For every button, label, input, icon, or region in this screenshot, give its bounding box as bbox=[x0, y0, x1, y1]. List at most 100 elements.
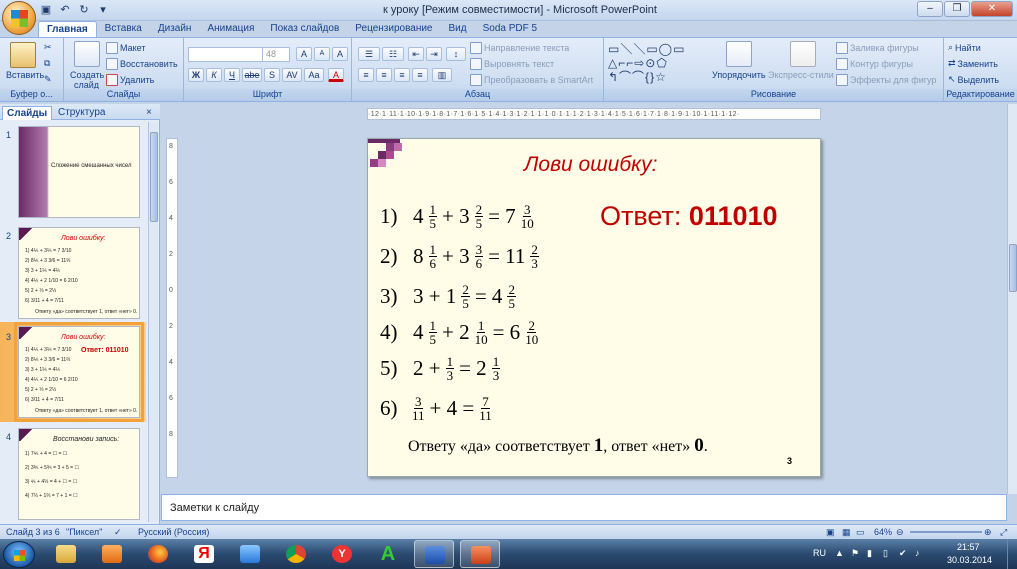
smartart-button[interactable]: Преобразовать в SmartArt bbox=[470, 74, 593, 86]
security-icon[interactable]: ✔ bbox=[899, 548, 907, 559]
zoom-in-icon[interactable]: ⊕ bbox=[984, 527, 992, 538]
change-case-button[interactable]: Aa bbox=[304, 68, 324, 82]
line-spacing-icon[interactable]: ↕ bbox=[446, 47, 466, 61]
underline-button[interactable]: Ч bbox=[224, 68, 240, 82]
taskbar-word[interactable] bbox=[414, 540, 454, 568]
show-desktop-button[interactable] bbox=[1007, 539, 1017, 569]
taskbar-app-a[interactable]: A bbox=[368, 540, 408, 568]
spellcheck-icon[interactable]: ✓ bbox=[114, 527, 122, 538]
close-panel-icon[interactable]: × bbox=[142, 106, 156, 120]
slide-thumbnail-2[interactable]: Лови ошибку: 1) 4⅕ + 3⅖ = 7 3/10 2) 8⅙ +… bbox=[18, 227, 140, 319]
canvas-scrollbar[interactable] bbox=[1007, 104, 1017, 494]
status-language[interactable]: Русский (Россия) bbox=[138, 527, 209, 537]
shape-fill-button[interactable]: Заливка фигуры bbox=[836, 42, 919, 54]
taskbar-yandex[interactable]: Я bbox=[184, 540, 224, 568]
font-size-select[interactable]: 48 bbox=[262, 47, 290, 62]
slide-thumbnail-4[interactable]: Восстанови запись: 1) 7⅘ + 4 = ☐ = ☐ 2) … bbox=[18, 428, 140, 520]
current-slide[interactable]: Лови ошибку: Ответ: 011010 1) 4 1 5 + 3 2 5 = 7… bbox=[367, 138, 821, 477]
text-direction-button[interactable]: Направление текста bbox=[470, 42, 569, 54]
clock-date[interactable]: 30.03.2014 bbox=[947, 555, 992, 565]
shape-outline-button[interactable]: Контур фигуры bbox=[836, 58, 913, 70]
taskbar-media-player[interactable] bbox=[92, 540, 132, 568]
close-button[interactable]: ✕ bbox=[971, 1, 1013, 17]
view-normal-icon[interactable]: ▣ bbox=[826, 527, 835, 538]
view-slideshow-icon[interactable]: ▭ bbox=[856, 527, 865, 538]
align-left-icon[interactable]: ≡ bbox=[358, 68, 374, 82]
taskbar-powerpoint[interactable] bbox=[460, 540, 500, 568]
font-color-button[interactable]: A bbox=[328, 68, 344, 82]
layout-button[interactable]: Макет bbox=[106, 42, 145, 54]
flag-icon[interactable]: ⚑ bbox=[851, 548, 859, 559]
numbering-icon[interactable]: ☷ bbox=[382, 47, 404, 61]
tab-insert[interactable]: Вставка bbox=[97, 21, 150, 37]
align-center-icon[interactable]: ≡ bbox=[376, 68, 392, 82]
volume-icon[interactable]: ♪ bbox=[915, 548, 920, 558]
tab-home[interactable]: Главная bbox=[38, 21, 97, 37]
bullets-icon[interactable]: ☰ bbox=[358, 47, 380, 61]
bold-button[interactable]: Ж bbox=[188, 68, 204, 82]
italic-button[interactable]: К bbox=[206, 68, 222, 82]
clock-time[interactable]: 21:57 bbox=[957, 542, 980, 552]
minimize-button[interactable]: – bbox=[917, 1, 943, 17]
input-language[interactable]: RU bbox=[813, 548, 826, 558]
notes-pane[interactable]: Заметки к слайду bbox=[161, 494, 1007, 521]
align-right-icon[interactable]: ≡ bbox=[394, 68, 410, 82]
clear-formatting-button[interactable]: A bbox=[332, 47, 348, 61]
view-sorter-icon[interactable]: ▦ bbox=[842, 527, 851, 538]
zoom-level[interactable]: 64% bbox=[874, 527, 892, 537]
tab-view[interactable]: Вид bbox=[441, 21, 475, 37]
shrink-font-button[interactable]: A bbox=[314, 47, 330, 61]
increase-indent-icon[interactable]: ⇥ bbox=[426, 47, 442, 61]
panel-scrollbar-thumb[interactable] bbox=[150, 132, 158, 222]
slide-thumbnail-1[interactable]: Сложение смешанных чисел bbox=[18, 126, 140, 218]
arrange-button[interactable]: Упорядочить bbox=[712, 70, 766, 80]
taskbar-audio[interactable] bbox=[230, 540, 270, 568]
network-icon[interactable]: ▮ bbox=[867, 548, 872, 559]
justify-icon[interactable]: ≡ bbox=[412, 68, 428, 82]
start-button[interactable] bbox=[3, 541, 35, 568]
undo-icon[interactable]: ↶ bbox=[57, 2, 73, 18]
paste-icon[interactable] bbox=[10, 42, 36, 68]
taskbar-chrome[interactable] bbox=[276, 540, 316, 568]
canvas-scrollbar-thumb[interactable] bbox=[1009, 244, 1017, 292]
tab-slides[interactable]: Слайды bbox=[2, 106, 53, 120]
replace-button[interactable]: ⇄ Заменить bbox=[948, 58, 998, 69]
paste-button[interactable]: Вставить bbox=[6, 70, 44, 80]
customize-qat-icon[interactable]: ▾ bbox=[95, 2, 111, 18]
tab-design[interactable]: Дизайн bbox=[150, 21, 200, 37]
shape-effects-button[interactable]: Эффекты для фигур bbox=[836, 74, 936, 86]
tab-review[interactable]: Рецензирование bbox=[347, 21, 440, 37]
find-button[interactable]: ⌕ Найти bbox=[948, 42, 981, 53]
reset-button[interactable]: Восстановить bbox=[106, 58, 178, 70]
new-slide-button[interactable]: Создать bbox=[70, 70, 104, 80]
battery-icon[interactable]: ▯ bbox=[883, 548, 888, 559]
copy-icon[interactable]: ⧉ bbox=[44, 58, 50, 69]
panel-scrollbar[interactable] bbox=[148, 122, 158, 522]
quick-styles-icon[interactable] bbox=[790, 41, 816, 67]
tab-outline[interactable]: Структура bbox=[54, 106, 109, 120]
slide-thumbnail-3[interactable]: Лови ошибку: Ответ: 011010 1) 4⅕ + 3⅖ = … bbox=[14, 322, 144, 422]
zoom-out-icon[interactable]: ⊖ bbox=[896, 527, 904, 538]
show-hidden-icons[interactable]: ▲ bbox=[835, 548, 844, 558]
shadow-button[interactable]: S bbox=[264, 68, 280, 82]
align-text-button[interactable]: Выровнять текст bbox=[470, 58, 554, 70]
tab-slideshow[interactable]: Показ слайдов bbox=[262, 21, 347, 37]
zoom-slider[interactable] bbox=[910, 531, 982, 533]
shapes-gallery[interactable]: ▭＼＼▭◯▭ △⌐⌐⇨⊙⬠ ↰⌒⌒{}☆ bbox=[608, 42, 708, 86]
cut-icon[interactable]: ✂ bbox=[44, 42, 52, 53]
quick-styles-button[interactable]: Экспресс-стили bbox=[768, 70, 834, 80]
tab-animation[interactable]: Анимация bbox=[199, 21, 262, 37]
new-slide-icon[interactable] bbox=[74, 41, 100, 67]
arrange-icon[interactable] bbox=[726, 41, 752, 67]
office-button[interactable] bbox=[2, 1, 36, 35]
strikethrough-button[interactable]: abe bbox=[242, 68, 262, 82]
font-family-select[interactable] bbox=[188, 47, 264, 62]
decrease-indent-icon[interactable]: ⇤ bbox=[408, 47, 424, 61]
format-painter-icon[interactable]: ✎ bbox=[44, 74, 52, 85]
taskbar-firefox[interactable] bbox=[138, 540, 178, 568]
grow-font-button[interactable]: A bbox=[296, 47, 312, 61]
columns-icon[interactable]: ▥ bbox=[432, 68, 452, 82]
delete-slide-button[interactable]: Удалить bbox=[106, 74, 154, 86]
char-spacing-button[interactable]: AV bbox=[282, 68, 302, 82]
taskbar-yandex-browser[interactable]: Y bbox=[322, 540, 362, 568]
